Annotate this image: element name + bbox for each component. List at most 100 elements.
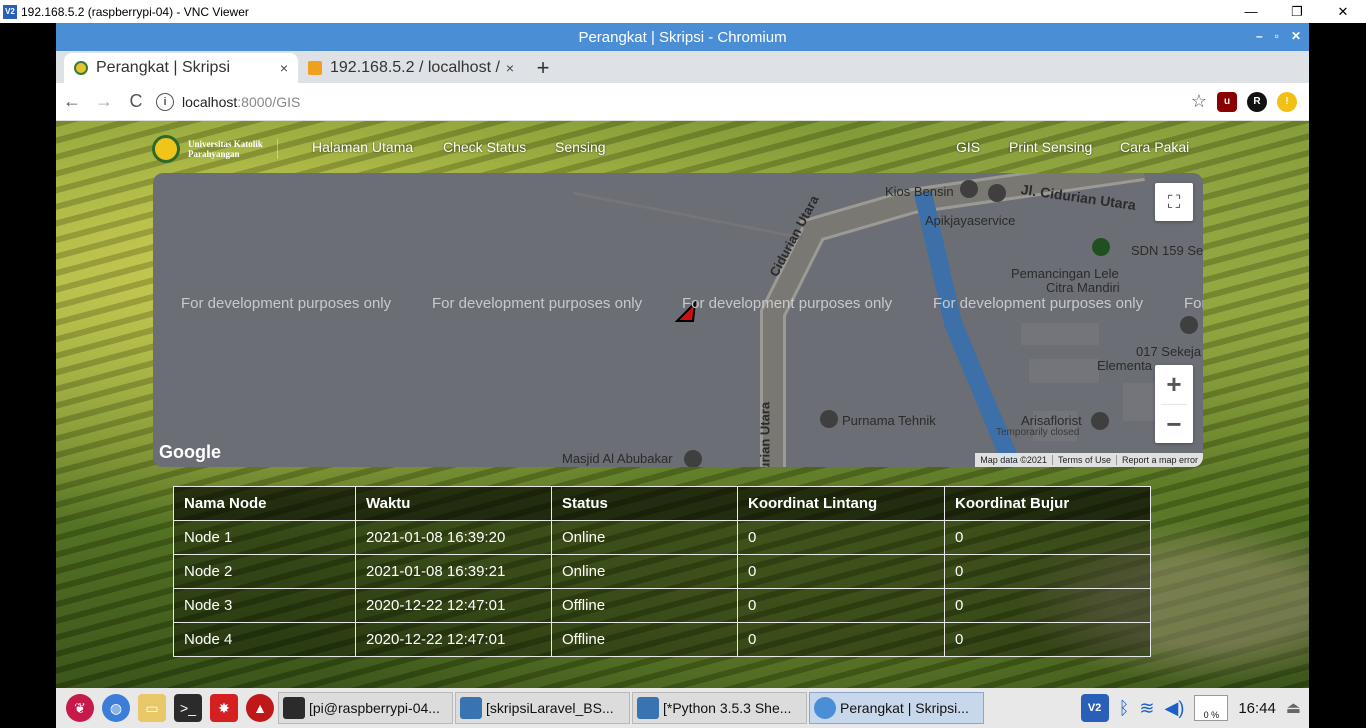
chromium-titlebar: Perangkat | Skripsi - Chromium – ▫ ✕: [56, 23, 1309, 51]
tab-close-button[interactable]: ×: [280, 60, 288, 76]
map-data-credit: Map data ©2021: [980, 455, 1047, 465]
tab-perangkat[interactable]: Perangkat | Skripsi ×: [64, 53, 298, 83]
nav-halaman-utama[interactable]: Halaman Utama: [312, 139, 413, 155]
site-brand[interactable]: Universitas Katolik Parahyangan: [152, 135, 278, 163]
terms-of-use-link[interactable]: Terms of Use: [1051, 455, 1116, 465]
table-row: Node 4 2020-12-22 12:47:01 Offline 0 0: [173, 622, 1151, 657]
ublock-icon[interactable]: u: [1217, 91, 1237, 112]
map-label-apikjaya: Apikjayaservice: [925, 213, 1016, 228]
new-tab-button[interactable]: +: [528, 53, 558, 83]
cell-status: Offline: [551, 622, 738, 657]
header-nama-node: Nama Node: [173, 486, 356, 521]
map-label-road-vertical: urian Utara: [757, 401, 773, 467]
vnc-restore-button[interactable]: ❐: [1274, 0, 1320, 23]
brand-line-2: Parahyangan: [188, 149, 240, 159]
map-label-purnama: Purnama Tehnik: [842, 413, 936, 428]
gis-map[interactable]: For development purposes only For develo…: [153, 173, 1203, 467]
tab-title: 192.168.5.2 / localhost /: [330, 59, 500, 76]
taskbar-task-chromium[interactable]: Perangkat | Skripsi...: [809, 692, 984, 724]
header-koordinat-lintang: Koordinat Lintang: [737, 486, 945, 521]
tab-strip: Perangkat | Skripsi × 192.168.5.2 / loca…: [56, 51, 1309, 83]
chromium-window-controls: – ▫ ✕: [1256, 29, 1301, 43]
eject-icon[interactable]: ⏏: [1286, 698, 1301, 718]
terminal-icon: [283, 697, 305, 719]
task-label: [skripsiLaravel_BS...: [486, 700, 614, 716]
map-label-sekeja-2: Elementa: [1097, 358, 1152, 373]
clock[interactable]: 16:44: [1238, 700, 1276, 717]
raspberry-menu-icon[interactable]: ❦: [66, 694, 94, 722]
web-page: Universitas Katolik Parahyangan Halaman …: [56, 121, 1309, 688]
cell-lintang: 0: [737, 622, 945, 657]
chromium-minimize-button[interactable]: –: [1256, 29, 1263, 43]
chromium-maximize-button[interactable]: ▫: [1275, 29, 1279, 43]
dev-watermark: For development purposes only: [181, 295, 392, 312]
unpar-logo-icon: [152, 135, 180, 163]
table-row: Node 2 2021-01-08 16:39:21 Online 0 0: [173, 554, 1151, 589]
vnc-tray-icon[interactable]: V2: [1080, 694, 1109, 722]
toolbar-extensions: ☆ u R !: [1191, 91, 1309, 112]
back-arrow-icon[interactable]: ←: [56, 86, 88, 118]
vnc-minimize-button[interactable]: —: [1228, 0, 1274, 23]
tab-close-button[interactable]: ×: [506, 60, 514, 76]
nav-gis[interactable]: GIS: [956, 139, 980, 155]
zoom-in-button[interactable]: +: [1155, 365, 1193, 404]
zoom-out-button[interactable]: −: [1155, 405, 1193, 444]
pi-taskbar: ❦ ◍ ▭ >_ ✸ ▲ [pi@raspberrypi-04... [skri…: [56, 688, 1309, 728]
python-shell-icon: [637, 697, 659, 719]
taskbar-task-skripsi[interactable]: [skripsiLaravel_BS...: [455, 692, 630, 724]
taskbar-task-terminal[interactable]: [pi@raspberrypi-04...: [278, 692, 453, 724]
forward-arrow-icon[interactable]: →: [88, 86, 120, 118]
cell-bujur: 0: [944, 622, 1151, 657]
report-map-error-link[interactable]: Report a map error: [1115, 455, 1203, 465]
reload-icon[interactable]: C: [120, 86, 152, 118]
task-label: [pi@raspberrypi-04...: [309, 700, 440, 716]
site-navbar: Universitas Katolik Parahyangan Halaman …: [56, 121, 1309, 173]
cell-bujur: 0: [944, 554, 1151, 589]
phpmyadmin-favicon-icon: [308, 61, 322, 75]
wifi-icon[interactable]: ≋: [1139, 698, 1154, 719]
nav-check-status[interactable]: Check Status: [443, 139, 526, 155]
wolfram-icon[interactable]: ▲: [246, 694, 274, 722]
tab-title: Perangkat | Skripsi: [96, 59, 230, 76]
header-waktu: Waktu: [355, 486, 552, 521]
task-label: Perangkat | Skripsi...: [840, 700, 969, 716]
map-label-pemancingan-2: Citra Mandiri: [1046, 280, 1120, 295]
table-row: Node 1 2021-01-08 16:39:20 Online 0 0: [173, 520, 1151, 555]
terminal-icon[interactable]: >_: [174, 694, 202, 722]
map-label-kios-bensin: Kios Bensin: [885, 184, 954, 199]
web-browser-icon[interactable]: ◍: [102, 694, 130, 722]
mathematica-icon[interactable]: ✸: [210, 694, 238, 722]
cell-nama-node: Node 3: [173, 588, 356, 623]
cell-waktu: 2020-12-22 12:47:01: [355, 622, 552, 657]
r-extension-icon[interactable]: R: [1247, 91, 1267, 112]
cell-status: Offline: [551, 588, 738, 623]
cpu-monitor[interactable]: 0 %: [1194, 695, 1229, 721]
volume-icon[interactable]: ◀): [1164, 698, 1184, 719]
vnc-close-button[interactable]: ✕: [1320, 0, 1366, 23]
unpar-favicon-icon: [74, 61, 88, 75]
tab-phpmyadmin[interactable]: 192.168.5.2 / localhost / ×: [298, 53, 524, 83]
nav-print-sensing[interactable]: Print Sensing: [1009, 139, 1092, 155]
bluetooth-icon[interactable]: ᛒ: [1119, 698, 1130, 719]
cell-waktu: 2021-01-08 16:39:21: [355, 554, 552, 589]
map-label-masjid: Masjid Al Abubakar: [562, 451, 673, 466]
nav-cara-pakai[interactable]: Cara Pakai: [1120, 139, 1189, 155]
cell-bujur: 0: [944, 588, 1151, 623]
taskbar-task-python-shell[interactable]: [*Python 3.5.3 She...: [632, 692, 807, 724]
chromium-close-button[interactable]: ✕: [1291, 29, 1301, 43]
zoom-controls: + −: [1155, 365, 1193, 443]
browser-toolbar: ← → C i localhost:8000/GIS ☆ u R !: [56, 83, 1309, 121]
file-manager-icon[interactable]: ▭: [138, 694, 166, 722]
table-header-row: Nama Node Waktu Status Koordinat Lintang…: [173, 486, 1151, 521]
bookmark-star-icon[interactable]: ☆: [1191, 91, 1207, 112]
nav-sensing[interactable]: Sensing: [555, 139, 606, 155]
account-icon[interactable]: !: [1277, 91, 1297, 112]
info-icon[interactable]: i: [156, 92, 174, 111]
address-bar[interactable]: i localhost:8000/GIS: [156, 87, 1191, 117]
chromium-icon: [814, 697, 836, 719]
table-row: Node 3 2020-12-22 12:47:01 Offline 0 0: [173, 588, 1151, 623]
fullscreen-icon[interactable]: ⛶: [1155, 183, 1193, 221]
cell-status: Online: [551, 554, 738, 589]
python-file-icon: [460, 697, 482, 719]
cell-lintang: 0: [737, 520, 945, 555]
